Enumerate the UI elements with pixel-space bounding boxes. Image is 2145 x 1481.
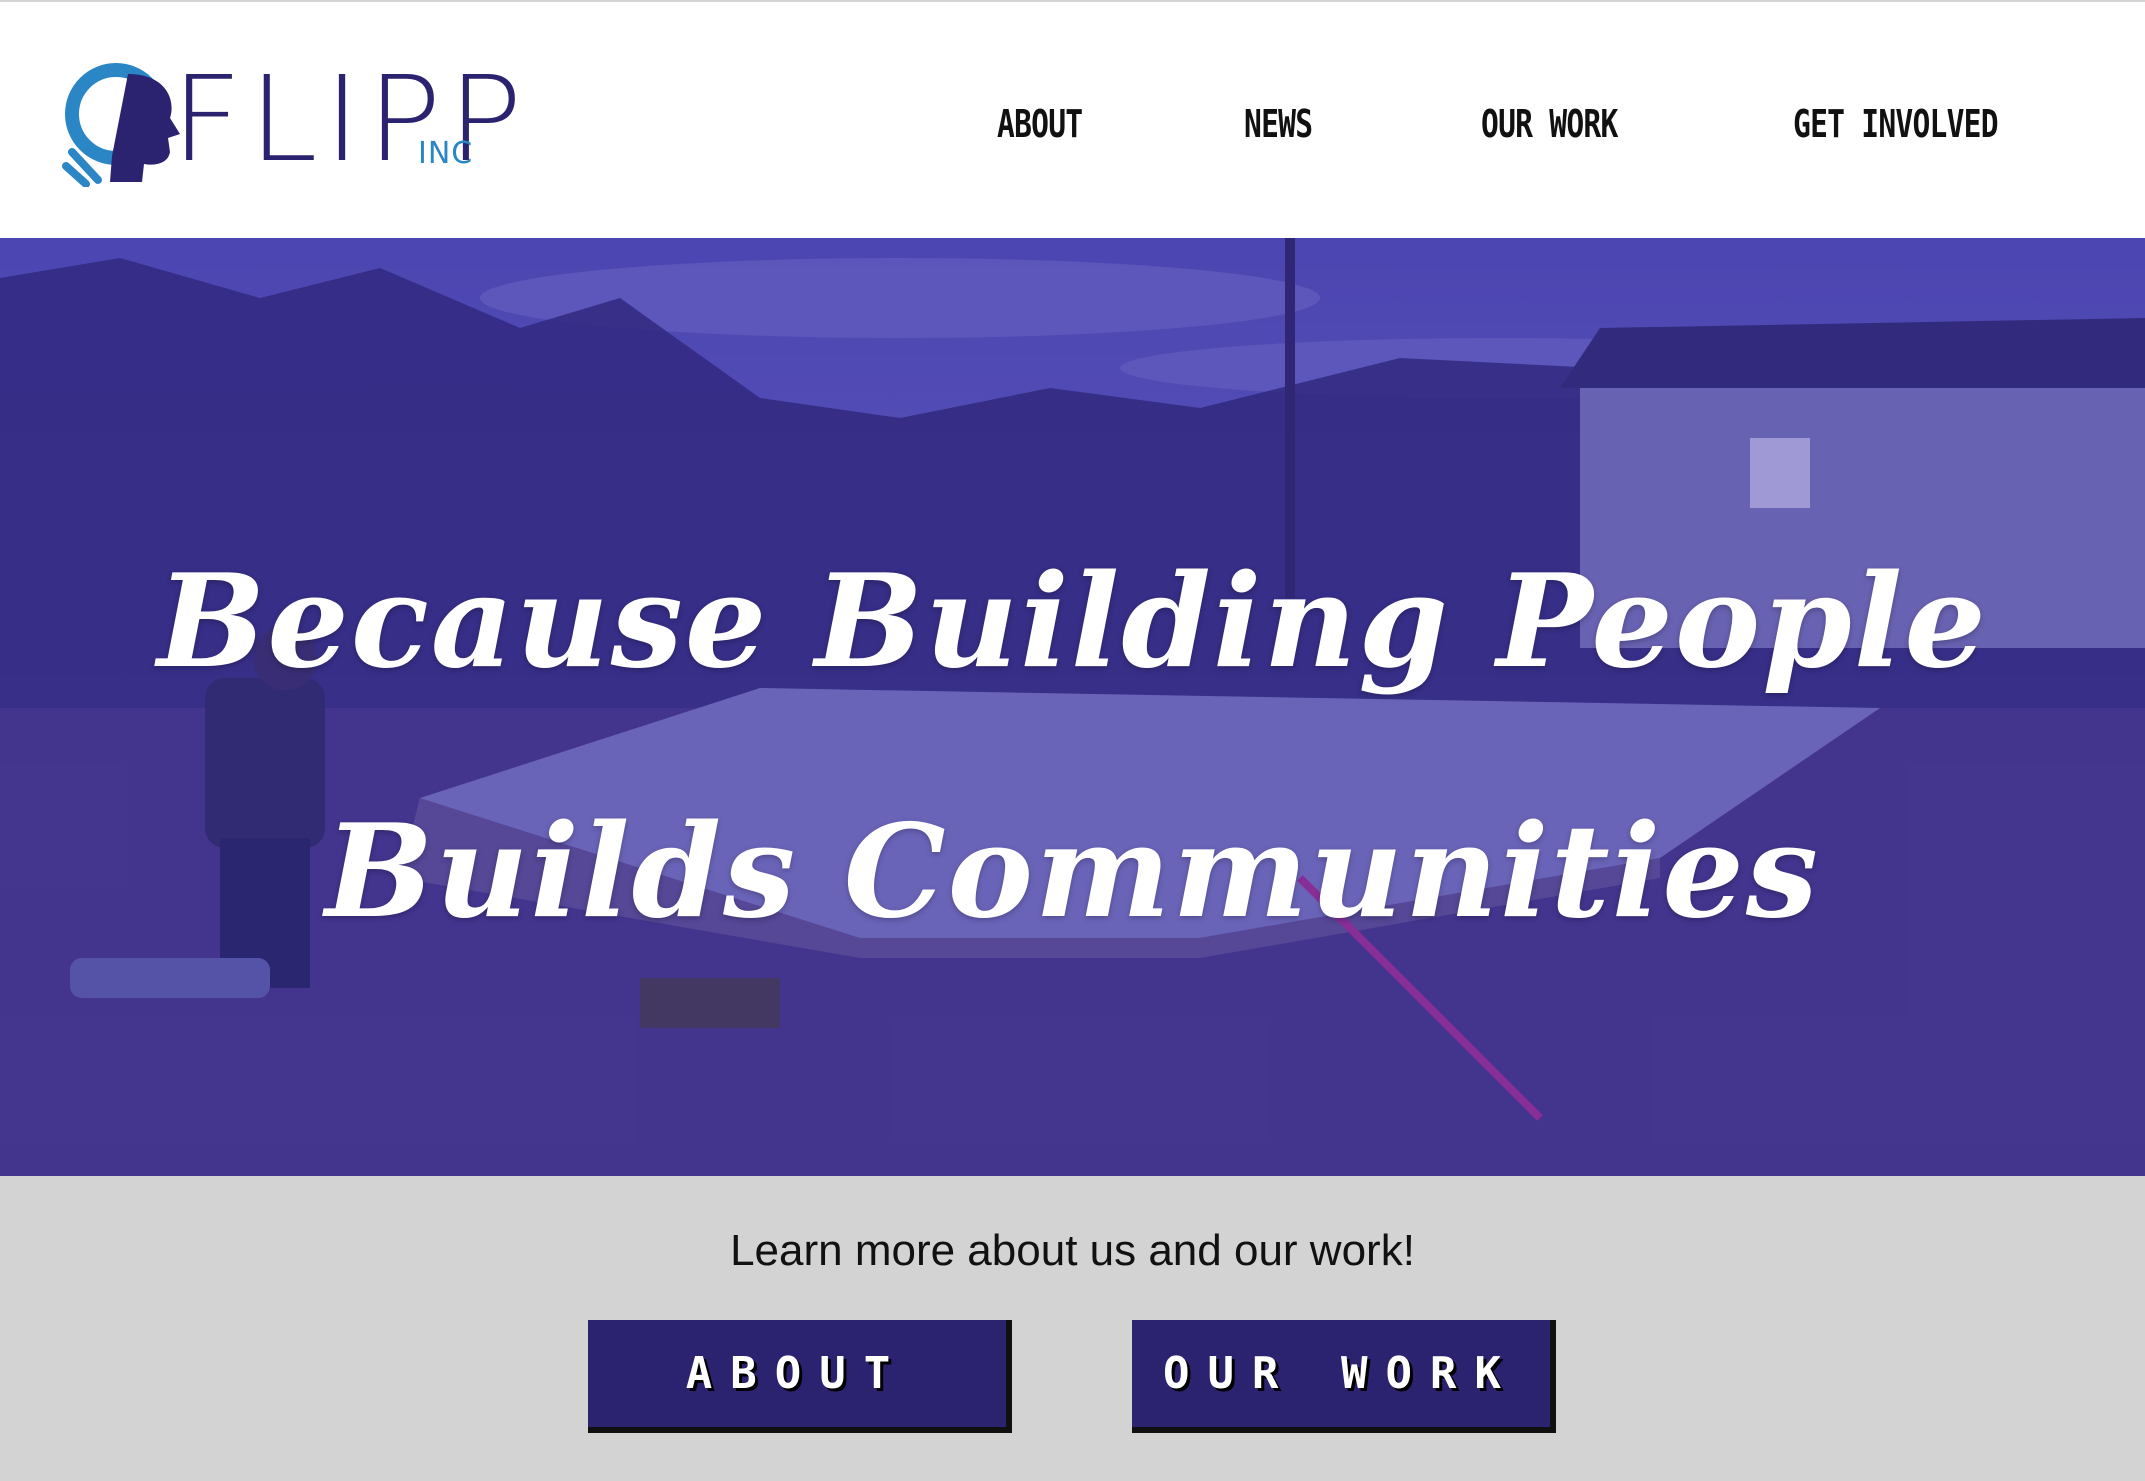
cta-section: Learn more about us and our work! ABOUT …	[0, 1176, 2145, 1481]
nav-our-work[interactable]: OUR WORK	[1481, 102, 1618, 146]
hero-banner: Because Building People Builds Communiti…	[0, 238, 2145, 1176]
hero-color-overlay	[0, 238, 2145, 1176]
nav-news[interactable]: NEWS	[1244, 102, 1313, 146]
site-header: FLIPP INC ABOUT NEWS OUR WORK GET INVOLV…	[0, 2, 2145, 238]
our-work-button[interactable]: OUR WORK	[1132, 1320, 1556, 1433]
about-button[interactable]: ABOUT	[588, 1320, 1012, 1433]
nav-get-involved[interactable]: GET INVOLVED	[1793, 102, 1999, 146]
hero-headline-line2: Builds Communities	[325, 797, 1820, 947]
nav-about[interactable]: ABOUT	[997, 102, 1083, 146]
hero-headline-line1: Because Building People	[157, 547, 1988, 697]
cta-text: Learn more about us and our work!	[730, 1226, 1415, 1275]
main-nav: ABOUT NEWS OUR WORK GET INVOLVED	[0, 102, 2145, 162]
